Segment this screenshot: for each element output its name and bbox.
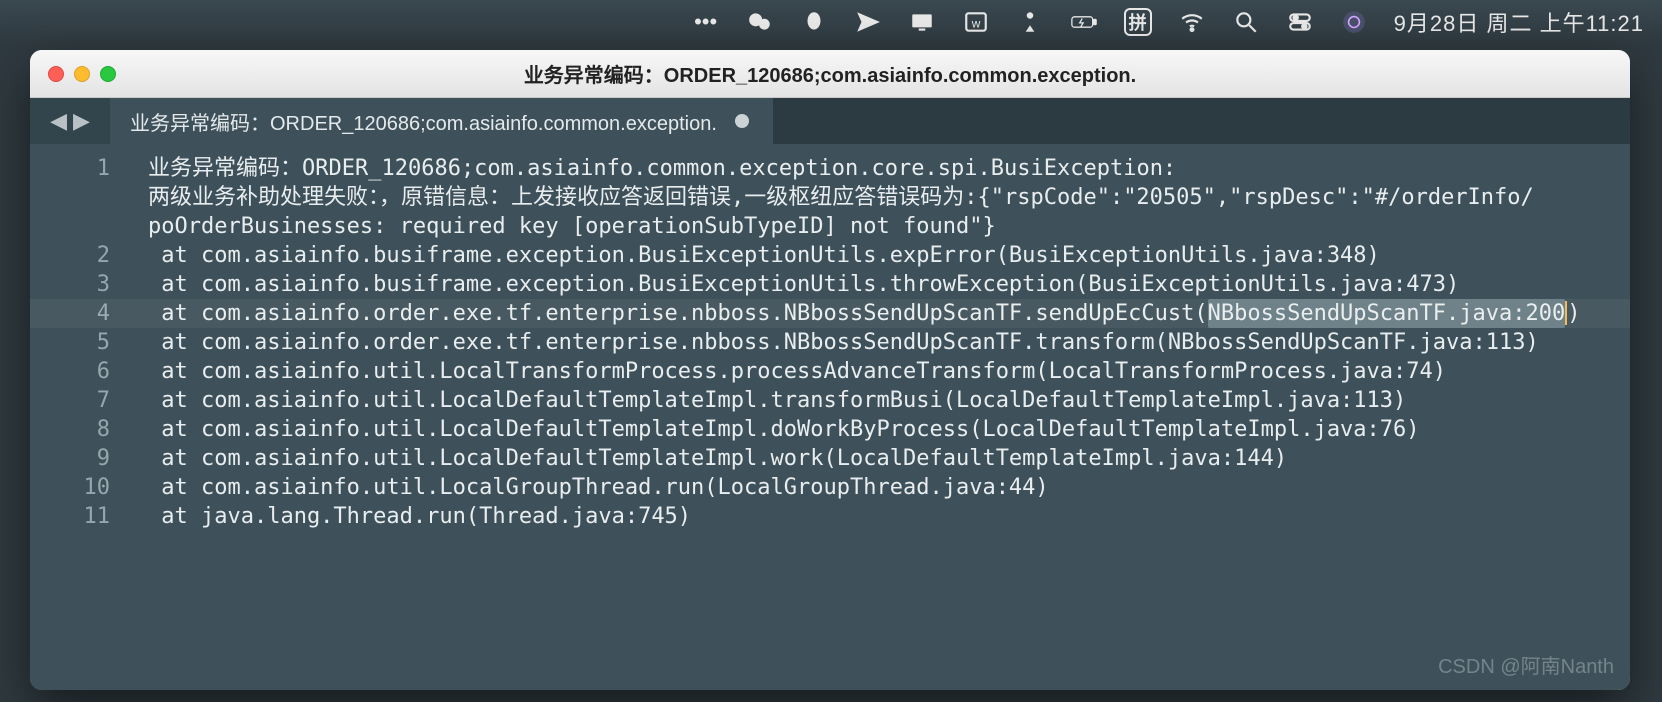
traffic-lights bbox=[30, 66, 116, 82]
gutter-line: 8 bbox=[30, 415, 110, 444]
text-selection: NBbossSendUpScanTF.java:200 bbox=[1208, 299, 1566, 328]
window-title: 业务异常编码：ORDER_120686;com.asiainfo.common.… bbox=[30, 59, 1630, 88]
line-gutter: 1234567891011 bbox=[30, 144, 130, 690]
code-line[interactable]: at com.asiainfo.busiframe.exception.Busi… bbox=[148, 241, 1610, 270]
figure-icon[interactable] bbox=[1016, 8, 1044, 36]
gutter-line: 4 bbox=[30, 299, 110, 328]
tab-dirty-indicator bbox=[735, 114, 749, 128]
wifi-icon[interactable] bbox=[1178, 8, 1206, 36]
macos-menubar: ••• w 拼 9月28日 周二 上午11:21 bbox=[0, 0, 1662, 44]
gutter-line: 7 bbox=[30, 386, 110, 415]
display-icon[interactable] bbox=[908, 8, 936, 36]
code-line[interactable]: at com.asiainfo.util.LocalGroupThread.ru… bbox=[148, 473, 1610, 502]
tab-label: 业务异常编码：ORDER_120686;com.asiainfo.common.… bbox=[130, 107, 717, 136]
editor-tab[interactable]: 业务异常编码：ORDER_120686;com.asiainfo.common.… bbox=[110, 98, 773, 144]
editor-area[interactable]: 1234567891011 业务异常编码：ORDER_120686;com.as… bbox=[30, 144, 1630, 690]
tab-nav-arrows[interactable]: ◀ ▶ bbox=[30, 98, 110, 144]
gutter-line: 11 bbox=[30, 502, 110, 531]
paper-plane-icon[interactable] bbox=[854, 8, 882, 36]
menubar-datetime[interactable]: 9月28日 周二 上午11:21 bbox=[1394, 6, 1644, 38]
code-line[interactable]: 两级业务补助处理失败：，原错信息：上发接收应答返回错误,一级枢纽应答错误码为:{… bbox=[148, 183, 1610, 212]
wechat-icon[interactable] bbox=[746, 8, 774, 36]
gutter-line: 5 bbox=[30, 328, 110, 357]
editor-window: 业务异常编码：ORDER_120686;com.asiainfo.common.… bbox=[30, 50, 1630, 690]
code-line[interactable]: at com.asiainfo.busiframe.exception.Busi… bbox=[148, 270, 1610, 299]
zoom-button[interactable] bbox=[100, 66, 116, 82]
code-line[interactable]: at com.asiainfo.util.LocalDefaultTemplat… bbox=[148, 444, 1610, 473]
tab-row: ◀ ▶ 业务异常编码：ORDER_120686;com.asiainfo.com… bbox=[30, 98, 1630, 144]
word-icon[interactable]: w bbox=[962, 8, 990, 36]
code-content[interactable]: 业务异常编码：ORDER_120686;com.asiainfo.common.… bbox=[130, 144, 1630, 690]
gutter-line: 10 bbox=[30, 473, 110, 502]
text-caret bbox=[1565, 301, 1567, 325]
gutter-line: 3 bbox=[30, 270, 110, 299]
nav-forward-icon[interactable]: ▶ bbox=[73, 108, 90, 134]
code-line[interactable]: at com.asiainfo.util.LocalDefaultTemplat… bbox=[148, 415, 1610, 444]
nav-back-icon[interactable]: ◀ bbox=[50, 108, 67, 134]
code-line[interactable]: poOrderBusinesses: required key [operati… bbox=[148, 212, 1610, 241]
gutter-line: 6 bbox=[30, 357, 110, 386]
spotlight-icon[interactable] bbox=[1232, 8, 1260, 36]
close-button[interactable] bbox=[48, 66, 64, 82]
overflow-icon[interactable]: ••• bbox=[692, 8, 720, 36]
code-line[interactable]: 业务异常编码：ORDER_120686;com.asiainfo.common.… bbox=[148, 154, 1610, 183]
control-center-icon[interactable] bbox=[1286, 8, 1314, 36]
code-line[interactable]: at com.asiainfo.util.LocalDefaultTemplat… bbox=[148, 386, 1610, 415]
svg-text:w: w bbox=[970, 16, 980, 30]
gutter-line: 1 bbox=[30, 154, 110, 241]
gutter-line: 2 bbox=[30, 241, 110, 270]
window-titlebar[interactable]: 业务异常编码：ORDER_120686;com.asiainfo.common.… bbox=[30, 50, 1630, 98]
minimize-button[interactable] bbox=[74, 66, 90, 82]
code-line[interactable]: at java.lang.Thread.run(Thread.java:745) bbox=[148, 502, 1610, 531]
gutter-line: 9 bbox=[30, 444, 110, 473]
battery-charging-icon[interactable] bbox=[1070, 8, 1098, 36]
ime-indicator[interactable]: 拼 bbox=[1124, 8, 1152, 36]
siri-icon[interactable] bbox=[1340, 8, 1368, 36]
code-line[interactable]: at com.asiainfo.order.exe.tf.enterprise.… bbox=[148, 299, 1610, 328]
code-line[interactable]: at com.asiainfo.order.exe.tf.enterprise.… bbox=[148, 328, 1610, 357]
code-line[interactable]: at com.asiainfo.util.LocalTransformProce… bbox=[148, 357, 1610, 386]
qq-icon[interactable] bbox=[800, 8, 828, 36]
